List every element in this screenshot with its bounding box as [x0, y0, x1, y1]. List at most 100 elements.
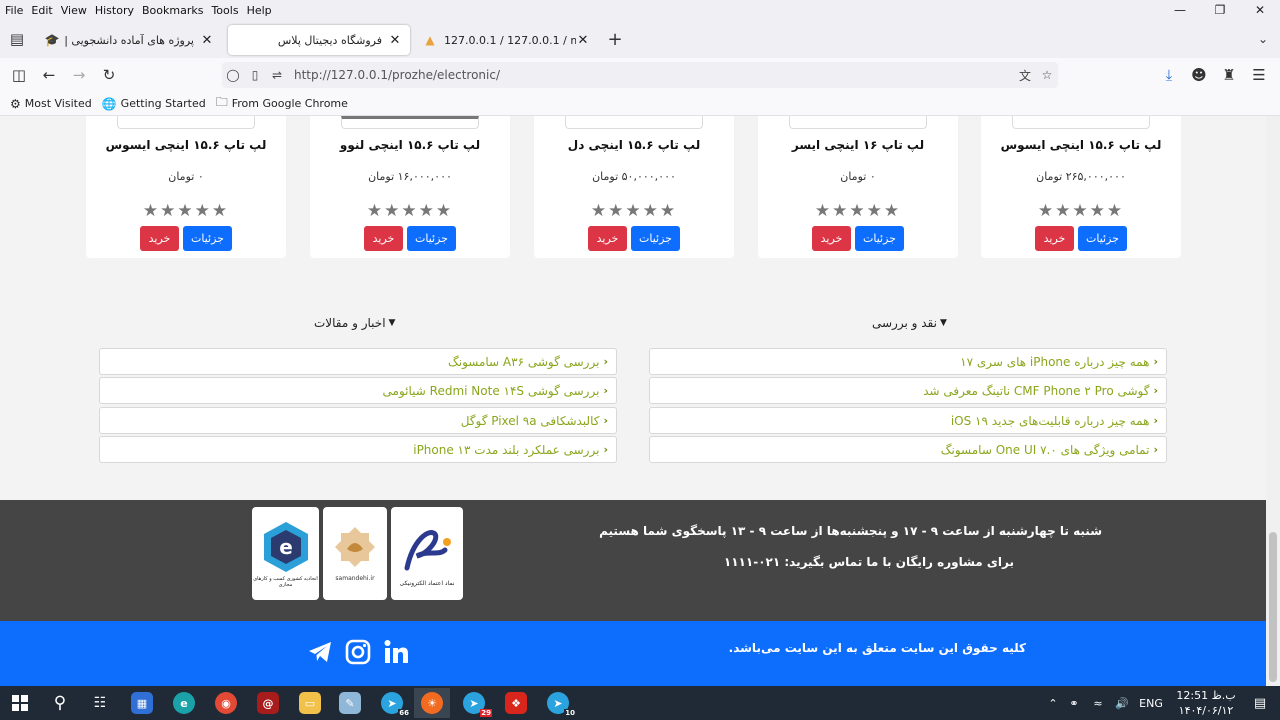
page-scrollbar[interactable] — [1266, 116, 1280, 686]
tab-list-icon[interactable]: ▤ — [6, 28, 28, 50]
url-text[interactable]: http://127.0.0.1/prozhe/electronic/ — [294, 68, 1014, 82]
product-price: ۰ تومان — [840, 170, 876, 183]
product-title[interactable]: لپ تاپ ۱۵.۶ اینچی لنوو — [310, 138, 510, 152]
taskbar-store[interactable]: ▦ — [124, 688, 160, 718]
product-image[interactable] — [565, 116, 703, 129]
telegram-icon[interactable] — [307, 639, 333, 665]
bookmark-getting-started[interactable]: 🌐 Getting Started — [102, 97, 206, 111]
restore-button[interactable]: ❐ — [1200, 0, 1240, 20]
taskbar-edge[interactable]: e — [166, 688, 202, 718]
menu-tools[interactable]: Tools — [206, 4, 241, 17]
product-title[interactable]: لپ تاپ ۱۵.۶ اینچی ایسوس — [981, 138, 1181, 152]
product-title[interactable]: لپ تاپ ۱۵.۶ اینچی دل — [534, 138, 734, 152]
buy-button[interactable]: خرید — [140, 226, 179, 251]
unread-badge: 10 — [564, 709, 576, 717]
taskbar-notes[interactable]: ✎ — [332, 688, 368, 718]
forward-button[interactable]: → — [68, 64, 90, 86]
review-link[interactable]: تمامی ویژگی های One UI ۷.۰ سامسونگ › — [649, 436, 1167, 463]
news-link[interactable]: کالبدشکافی Pixel ۹a گوگل › — [99, 407, 617, 434]
menu-bookmarks[interactable]: Bookmarks — [137, 4, 206, 17]
taskbar-telegram-2[interactable]: ➤ 29 — [456, 688, 492, 718]
close-tab-icon[interactable]: ✕ — [388, 33, 402, 48]
reload-button[interactable]: ↻ — [98, 64, 120, 86]
details-button[interactable]: جزئیات — [183, 226, 232, 251]
product-image[interactable] — [117, 116, 255, 129]
headset-icon[interactable]: ⚭ — [1062, 697, 1086, 710]
linkedin-icon[interactable] — [383, 639, 409, 665]
taskbar-acrobat[interactable]: ❖ — [498, 688, 534, 718]
close-tab-icon[interactable]: ✕ — [576, 33, 590, 48]
minimize-button[interactable]: — — [1160, 0, 1200, 20]
menu-history[interactable]: History — [90, 4, 137, 17]
clock[interactable]: 12:51 ب.ظ ۱۴۰۴/۰۶/۱۲ — [1176, 688, 1236, 718]
shield-icon[interactable]: ◯ — [222, 68, 244, 82]
gear-icon: ⚙ — [10, 96, 21, 111]
notification-center-icon[interactable]: ▤ — [1242, 688, 1278, 718]
review-link-text: همه چیز درباره iPhone های سری ۱۷ — [960, 354, 1150, 369]
close-window-button[interactable]: ✕ — [1240, 0, 1280, 20]
review-link[interactable]: همه چیز درباره iPhone های سری ۱۷ › — [649, 348, 1167, 375]
tab-student-projects[interactable]: 🎓 پروژه های آماده دانشجویی | دانلو ✕ — [36, 25, 222, 55]
product-image[interactable] — [1012, 116, 1150, 129]
tab-digital-plus[interactable]: فروشگاه دیجیتال پلاس ✕ — [228, 25, 410, 55]
wifi-icon[interactable]: ≈ — [1086, 697, 1110, 710]
page-content: لپ تاپ ۱۵.۶ اینچی ایسوس ۲۶۵,۰۰۰,۰۰۰ توما… — [0, 116, 1266, 686]
product-title[interactable]: لپ تاپ ۱۶ اینچی ایسر — [758, 138, 958, 152]
buy-button[interactable]: خرید — [1035, 226, 1074, 251]
url-bar[interactable]: ◯ ▯ ⇌ http://127.0.0.1/prozhe/electronic… — [222, 62, 1058, 88]
volume-icon[interactable]: 🔊 — [1110, 697, 1134, 710]
details-button[interactable]: جزئیات — [1078, 226, 1127, 251]
buy-button[interactable]: خرید — [588, 226, 627, 251]
search-icon[interactable]: ⚲ — [42, 688, 78, 718]
app-menu-icon[interactable]: ☰ — [1248, 64, 1270, 86]
bookmark-most-visited[interactable]: ⚙ Most Visited — [10, 97, 92, 111]
bookmark-star-icon[interactable]: ☆ — [1036, 68, 1058, 82]
menu-view[interactable]: View — [56, 4, 90, 17]
union-badge[interactable]: e اتحادیه کشوری کسب و کارهای مجازی — [252, 507, 319, 600]
menu-edit[interactable]: Edit — [26, 4, 55, 17]
back-button[interactable]: ← — [38, 64, 60, 86]
permissions-icon[interactable]: ⇌ — [266, 68, 288, 82]
buy-button[interactable]: خرید — [364, 226, 403, 251]
language-indicator[interactable]: ENG — [1134, 697, 1168, 710]
taskbar-chrome[interactable]: ◉ — [208, 688, 244, 718]
review-link[interactable]: همه چیز درباره قابلیت‌های جدید iOS ۱۹ › — [649, 407, 1167, 434]
tab-overflow-chevron-icon[interactable]: ⌄ — [1252, 28, 1274, 50]
menu-file[interactable]: File — [0, 4, 26, 17]
details-button[interactable]: جزئیات — [855, 226, 904, 251]
review-link[interactable]: گوشی CMF Phone ۲ Pro ناتینگ معرفی شد › — [649, 377, 1167, 404]
taskbar-firefox[interactable]: ☀ — [414, 688, 450, 718]
product-title[interactable]: لپ تاپ ۱۵.۶ اینچی ایسوس — [86, 138, 286, 152]
reviews-heading[interactable]: ▼ نقد و بررسی — [872, 316, 947, 330]
account-icon[interactable]: ☻ — [1188, 64, 1210, 86]
news-link[interactable]: بررسی گوشی Redmi Note ۱۴S شیائومی › — [99, 377, 617, 404]
details-button[interactable]: جزئیات — [631, 226, 680, 251]
scrollbar-thumb[interactable] — [1269, 532, 1277, 682]
instagram-icon[interactable] — [345, 639, 371, 665]
samandehi-badge[interactable]: samandehi.ir — [323, 507, 387, 600]
translate-icon[interactable]: 文 — [1014, 67, 1036, 84]
news-link[interactable]: بررسی گوشی A۳۶ سامسونگ › — [99, 348, 617, 375]
details-button[interactable]: جزئیات — [407, 226, 456, 251]
enamad-badge[interactable]: نماد اعتماد الکترونیکی — [391, 507, 463, 600]
product-image[interactable] — [341, 116, 479, 129]
sidebar-icon[interactable]: ◫ — [8, 64, 30, 86]
product-image[interactable] — [789, 116, 927, 129]
news-link[interactable]: بررسی عملکرد بلند مدت iPhone ۱۳ › — [99, 436, 617, 463]
new-tab-button[interactable]: + — [604, 28, 626, 50]
start-button[interactable] — [2, 688, 38, 718]
taskbar-explorer[interactable]: ▭ — [292, 688, 328, 718]
extensions-icon[interactable]: ♜ — [1218, 64, 1240, 86]
bookmark-folder-chrome[interactable]: 🗀 From Google Chrome — [216, 93, 348, 114]
close-tab-icon[interactable]: ✕ — [200, 33, 214, 48]
taskbar-app-red[interactable]: @ — [250, 688, 286, 718]
buy-button[interactable]: خرید — [812, 226, 851, 251]
tray-expand-icon[interactable]: ⌃ — [1044, 697, 1062, 710]
menu-help[interactable]: Help — [242, 4, 275, 17]
taskbar-telegram-3[interactable]: ➤ 10 — [540, 688, 576, 718]
news-heading[interactable]: ▼ اخبار و مقالات — [314, 316, 395, 330]
downloads-icon[interactable]: ⤓ — [1158, 64, 1180, 86]
tab-phpmyadmin[interactable]: ▲ 127.0.0.1 / 127.0.0.1 / maccesso ✕ — [414, 25, 598, 55]
task-view-icon[interactable]: ☷ — [82, 688, 118, 718]
taskbar-telegram-1[interactable]: ➤ 66 — [374, 688, 410, 718]
